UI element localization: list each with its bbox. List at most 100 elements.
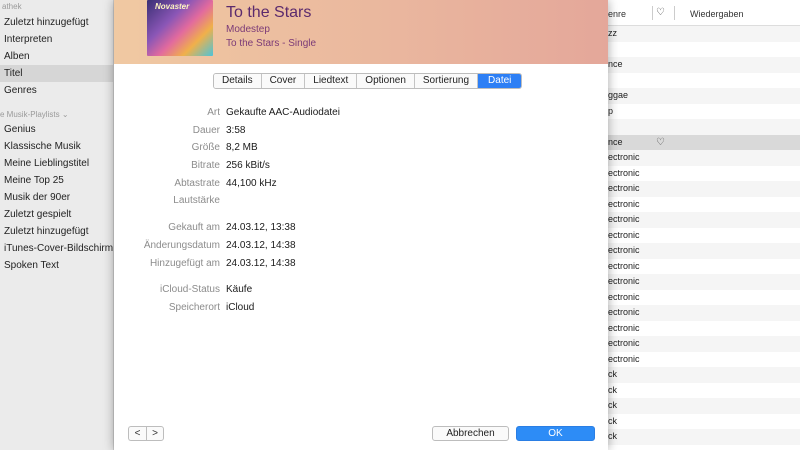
song-row[interactable]: ectronic [608,352,800,368]
next-button[interactable]: > [146,426,164,441]
song-row[interactable]: ectronic [608,150,800,166]
song-row[interactable]: nce [608,57,800,73]
song-row[interactable]: ectronic [608,290,800,306]
song-row[interactable]: nce ♡ [608,134,800,151]
song-row-genre: ectronic [608,167,640,178]
song-row-genre: ectronic [608,353,640,364]
song-row-genre: ectronic [608,291,640,302]
song-row[interactable]: ectronic [608,212,800,228]
song-row[interactable]: ck [608,367,800,383]
song-row-genre: ectronic [608,245,640,255]
field-value-type: Gekaufte AAC-Audiodatei [226,107,340,118]
tab-cover[interactable]: Cover [261,74,306,88]
song-title: To the Stars [226,4,312,21]
tab-lyrics[interactable]: Liedtext [305,74,358,88]
field-label-volume: Lautstärke [173,195,220,206]
song-row[interactable] [608,119,800,135]
song-row[interactable]: ectronic [608,181,800,197]
sidebar-item-songs[interactable]: Titel [0,65,113,82]
sidebar-item-recently-added[interactable]: Zuletzt hinzugefügt [0,14,113,31]
song-row[interactable]: zz [608,26,800,42]
song-row[interactable]: ck [608,414,800,430]
field-value-bitrate: 256 kBit/s [226,160,270,171]
song-row-genre: ectronic [608,338,640,348]
song-row[interactable]: ectronic [608,228,800,244]
sidebar-item-screensaver[interactable]: iTunes-Cover-Bildschirms [0,240,113,257]
cancel-button[interactable]: Abbrechen [432,426,509,441]
sidebar-item-favorites[interactable]: Meine Lieblingstitel [0,155,113,172]
dialog-header: Novaster To the Stars Modestep To the St… [114,0,608,64]
field-value-purchased: 24.03.12, 13:38 [226,222,296,233]
ok-button[interactable]: OK [516,426,595,441]
sidebar-item-genius[interactable]: Genius [0,121,113,138]
sidebar-item-albums[interactable]: Alben [0,48,113,65]
song-row[interactable]: ectronic [608,336,800,352]
sidebar-item-classical[interactable]: Klassische Musik [0,138,113,155]
song-artist: Modestep [226,24,270,35]
song-row-genre: ectronic [608,229,640,240]
nav-buttons: < > [128,426,164,441]
field-value-added: 24.03.12, 14:38 [226,258,296,269]
song-row-genre: ck [608,369,617,379]
song-row-genre: ectronic [608,152,640,162]
song-row[interactable]: ectronic [608,197,800,213]
field-value-location: iCloud [226,302,255,313]
song-row[interactable]: ectronic [608,305,800,321]
field-label-samplerate: Abtastrate [174,178,220,189]
sidebar-item-spoken-text[interactable]: Spoken Text [0,257,113,274]
song-row-genre: ectronic [608,307,640,317]
column-header-plays[interactable]: Wiedergaben [690,9,744,19]
field-label-type: Art [207,107,220,118]
song-row[interactable]: ck [608,383,800,399]
playlists-section-header[interactable]: e Musik-Playlists ⌄ [0,105,113,121]
sidebar-item-top25[interactable]: Meine Top 25 [0,172,113,189]
playlists-header-label: e Musik-Playlists [0,110,60,119]
song-list: enre ♡ Wiedergaben zz nce ggae p nce ♡ ectroni… [608,0,800,450]
tab-file[interactable]: Datei [478,74,522,88]
tab-details[interactable]: Details [214,74,262,88]
field-label-location: Speicherort [168,302,220,313]
song-row-genre: ectronic [608,183,640,193]
heart-icon[interactable]: ♡ [656,135,665,151]
song-row[interactable]: ggae [608,88,800,104]
sidebar-item-recently-played[interactable]: Zuletzt gespielt [0,206,113,223]
song-row-genre: p [608,105,614,116]
field-value-samplerate: 44,100 kHz [226,178,277,189]
field-value-icloud-status: Käufe [226,284,253,295]
song-row-genre: nce [608,59,623,69]
song-row[interactable]: ectronic [608,166,800,182]
sidebar-item-90s[interactable]: Musik der 90er [0,189,113,206]
song-row[interactable]: ectronic [608,243,800,259]
field-label-icloud-status: iCloud-Status [159,284,220,295]
tab-bar: Details Cover Liedtext Optionen Sortieru… [213,73,523,89]
song-row-genre: ectronic [608,198,640,209]
sidebar-item-genres[interactable]: Genres [0,82,113,99]
field-label-added: Hinzugefügt am [149,258,220,269]
song-row[interactable] [608,42,800,58]
tab-options[interactable]: Optionen [357,74,415,88]
song-row[interactable]: ectronic [608,259,800,275]
tab-sorting[interactable]: Sortierung [414,74,479,88]
sidebar-item-recently-added-playlist[interactable]: Zuletzt hinzugefügt [0,223,113,240]
sidebar-item-artists[interactable]: Interpreten [0,31,113,48]
column-separator [652,6,653,20]
chevron-right-icon: > [152,428,158,439]
song-row-genre: ectronic [608,260,640,271]
song-row[interactable]: ck [608,398,800,414]
song-row-genre: ck [608,431,617,441]
field-value-modified: 24.03.12, 14:38 [226,240,296,251]
heart-icon[interactable]: ♡ [656,7,665,18]
song-row[interactable]: ectronic [608,274,800,290]
song-row[interactable]: p [608,104,800,120]
song-row-genre: zz [608,28,617,38]
song-row[interactable]: ectronic [608,321,800,337]
column-header-genre[interactable]: enre [608,9,626,19]
song-row[interactable]: ck [608,429,800,445]
song-row-genre: ectronic [608,214,640,224]
song-row[interactable] [608,73,800,89]
previous-button[interactable]: < [128,426,146,441]
song-row-genre: ck [608,400,617,410]
library-section-header: athek [2,2,22,11]
field-value-duration: 3:58 [226,125,246,136]
song-row-genre: ggae [608,90,629,100]
